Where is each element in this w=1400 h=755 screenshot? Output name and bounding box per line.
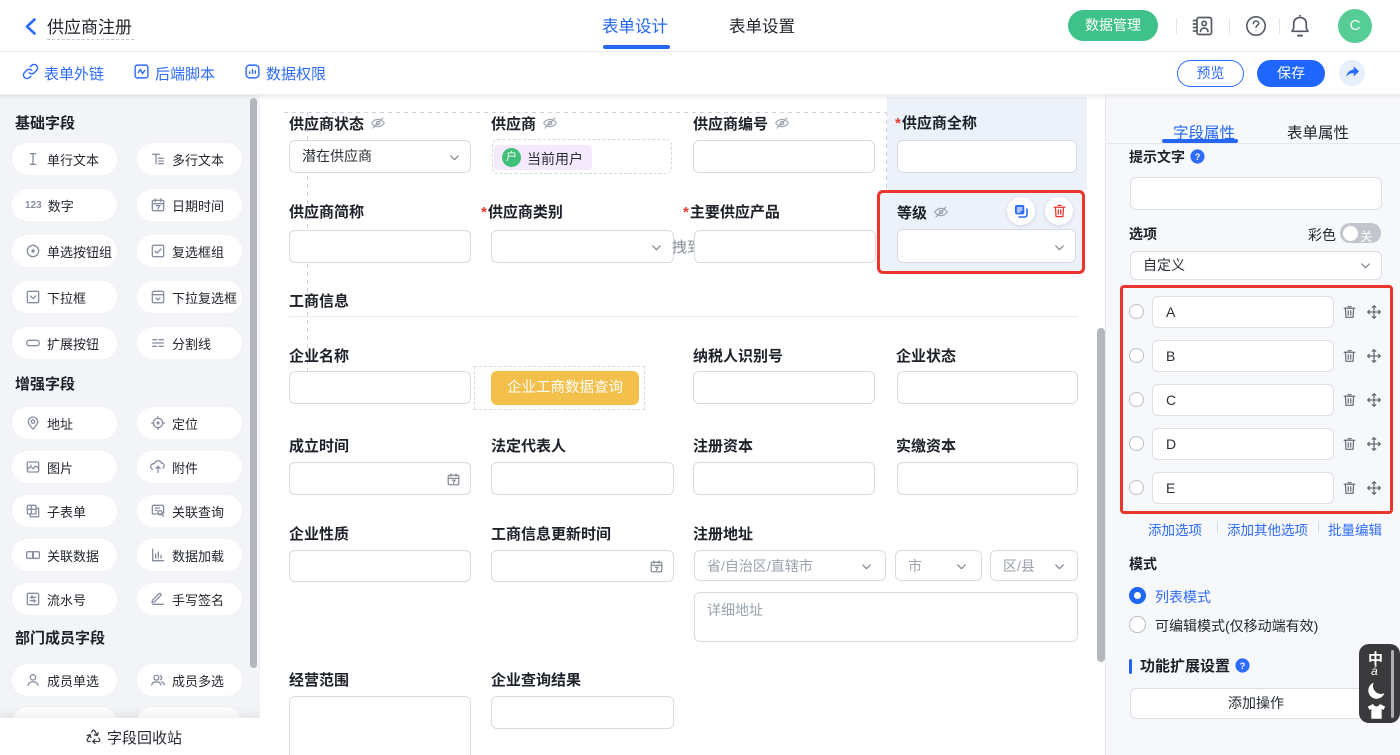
svg-text:?: ? [1240, 661, 1246, 671]
svg-text:?: ? [1195, 152, 1201, 162]
